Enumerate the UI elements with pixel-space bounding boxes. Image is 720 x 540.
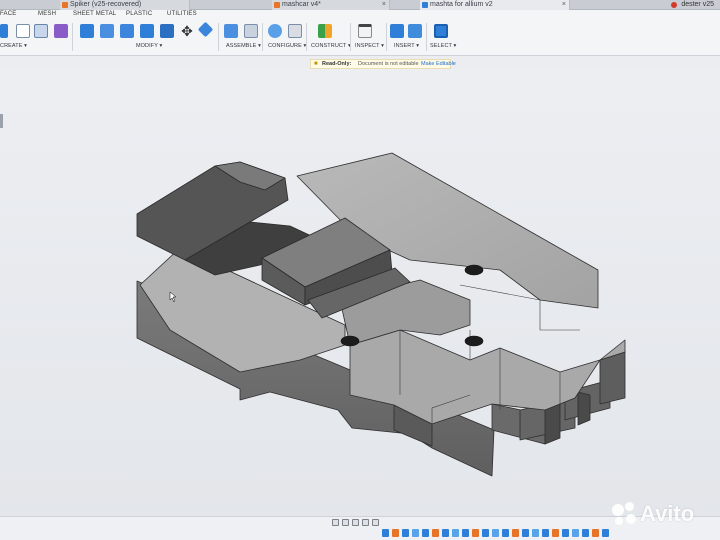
as-built-joint-icon[interactable]	[244, 24, 258, 38]
timeline-feature-icon[interactable]	[482, 529, 489, 537]
modify-menu[interactable]: MODIFY ▾	[136, 43, 162, 49]
chamfer-icon[interactable]	[120, 24, 134, 38]
timeline-feature-icon[interactable]	[562, 529, 569, 537]
timeline-feature-icon[interactable]	[522, 529, 529, 537]
lock-icon: ■	[314, 61, 318, 67]
tab-face[interactable]: FACE	[0, 11, 16, 17]
tab-plastic[interactable]: PLASTIC	[126, 11, 152, 17]
offset-plane-icon[interactable]	[318, 24, 332, 38]
form-icon[interactable]	[54, 24, 68, 38]
timeline-feature-icon[interactable]	[432, 529, 439, 537]
timeline-feature-icon[interactable]	[602, 529, 609, 537]
toolbar-separator	[218, 23, 219, 51]
watermark-text: Avito	[640, 501, 695, 526]
timeline-start-icon[interactable]	[332, 519, 339, 526]
insert-mesh-icon[interactable]	[408, 24, 422, 38]
extrude-icon[interactable]	[34, 24, 48, 38]
tab-mesh[interactable]: MESH	[38, 11, 56, 17]
select-cursor-icon[interactable]	[434, 24, 448, 38]
timeline-feature-icon[interactable]	[392, 529, 399, 537]
timeline-forward-icon[interactable]	[362, 519, 369, 526]
read-only-title: Read-Only:	[322, 61, 352, 67]
user-label: dester v25	[681, 1, 714, 8]
joint-icon[interactable]	[224, 24, 238, 38]
timeline-feature-icon[interactable]	[592, 529, 599, 537]
tab-label: mashcar v4*	[282, 1, 321, 8]
timeline-feature-icon[interactable]	[532, 529, 539, 537]
tab-utilities[interactable]: UTILITIES	[167, 11, 197, 17]
inspect-menu[interactable]: INSPECT ▾	[355, 43, 384, 49]
timeline-feature-icon[interactable]	[462, 529, 469, 537]
shell-icon[interactable]	[140, 24, 154, 38]
document-tab-mashcar[interactable]: mashcar v4* ×	[272, 0, 390, 10]
split-body-icon[interactable]	[197, 21, 214, 38]
model-viewport[interactable]	[0, 69, 720, 516]
avito-logo-icon	[612, 502, 636, 526]
combine-icon[interactable]	[160, 24, 174, 38]
timeline-feature-icon[interactable]	[582, 529, 589, 537]
tab-label: Spiker (v25-recovered)	[70, 1, 142, 8]
select-menu[interactable]: SELECT ▾	[430, 43, 456, 49]
timeline-feature-icon[interactable]	[452, 529, 459, 537]
toolbar-separator	[350, 23, 351, 51]
read-only-banner: ■ Read-Only: Document is not editable Ma…	[310, 59, 456, 69]
fusion-doc-icon	[62, 2, 68, 8]
document-tab-spiker[interactable]: Spiker (v25-recovered)	[60, 0, 190, 10]
document-tab-strip: Spiker (v25-recovered) mashcar v4* × mas…	[0, 0, 720, 10]
timeline-feature-icon[interactable]	[542, 529, 549, 537]
measure-icon[interactable]	[358, 24, 372, 38]
toolbar-separator	[262, 23, 263, 51]
press-pull-icon[interactable]	[80, 24, 94, 38]
toolbar-separator	[306, 23, 307, 51]
timeline-end-icon[interactable]	[372, 519, 379, 526]
close-icon[interactable]: ×	[382, 0, 386, 10]
timeline-feature-icon[interactable]	[402, 529, 409, 537]
configure-menu[interactable]: CONFIGURE ▾	[268, 43, 306, 49]
timeline-feature-icon[interactable]	[572, 529, 579, 537]
make-editable-link[interactable]: Make Editable	[421, 60, 456, 68]
toolbar-separator	[386, 23, 387, 51]
configure-table-icon[interactable]	[268, 24, 282, 38]
fillet-icon[interactable]	[100, 24, 114, 38]
create-menu[interactable]: CREATE ▾	[0, 43, 27, 49]
assemble-menu[interactable]: ASSEMBLE ▾	[226, 43, 261, 49]
timeline-feature-icon[interactable]	[552, 529, 559, 537]
timeline-feature-icon[interactable]	[472, 529, 479, 537]
read-only-note: Document is not editable	[358, 61, 419, 67]
avito-watermark: Avito	[612, 500, 718, 528]
timeline-feature-icon[interactable]	[412, 529, 419, 537]
timeline-feature-icon[interactable]	[442, 529, 449, 537]
configure-rule-icon[interactable]	[288, 24, 302, 38]
timeline-play-icon[interactable]	[352, 519, 359, 526]
user-account[interactable]: dester v25	[671, 0, 714, 10]
toolbar-separator	[426, 23, 427, 51]
ribbon-toolbar: FACE MESH SHEET METAL PLASTIC UTILITIES …	[0, 10, 720, 56]
timeline-back-icon[interactable]	[342, 519, 349, 526]
fusion-doc-icon	[422, 2, 428, 8]
part-model	[136, 152, 626, 477]
user-avatar-icon	[671, 2, 678, 8]
timeline-feature-icon[interactable]	[512, 529, 519, 537]
construct-menu[interactable]: CONSTRUCT ▾	[311, 43, 351, 49]
close-icon[interactable]: ×	[562, 0, 566, 10]
tab-label: mashta for allium v2	[430, 1, 493, 8]
tab-sheet-metal[interactable]: SHEET METAL	[73, 11, 116, 17]
timeline-feature-icon[interactable]	[492, 529, 499, 537]
new-component-icon[interactable]	[0, 24, 8, 38]
document-tab-mashta[interactable]: mashta for allium v2 ×	[420, 0, 570, 10]
toolbar-separator	[72, 23, 73, 51]
sketch-icon[interactable]	[16, 24, 30, 38]
insert-menu[interactable]: INSERT ▾	[394, 43, 419, 49]
timeline-feature-icon[interactable]	[422, 529, 429, 537]
timeline-feature-icon[interactable]	[382, 529, 389, 537]
fusion-doc-icon	[274, 2, 280, 8]
move-icon[interactable]: ✥	[180, 24, 194, 38]
insert-derive-icon[interactable]	[390, 24, 404, 38]
timeline-feature-icon[interactable]	[502, 529, 509, 537]
